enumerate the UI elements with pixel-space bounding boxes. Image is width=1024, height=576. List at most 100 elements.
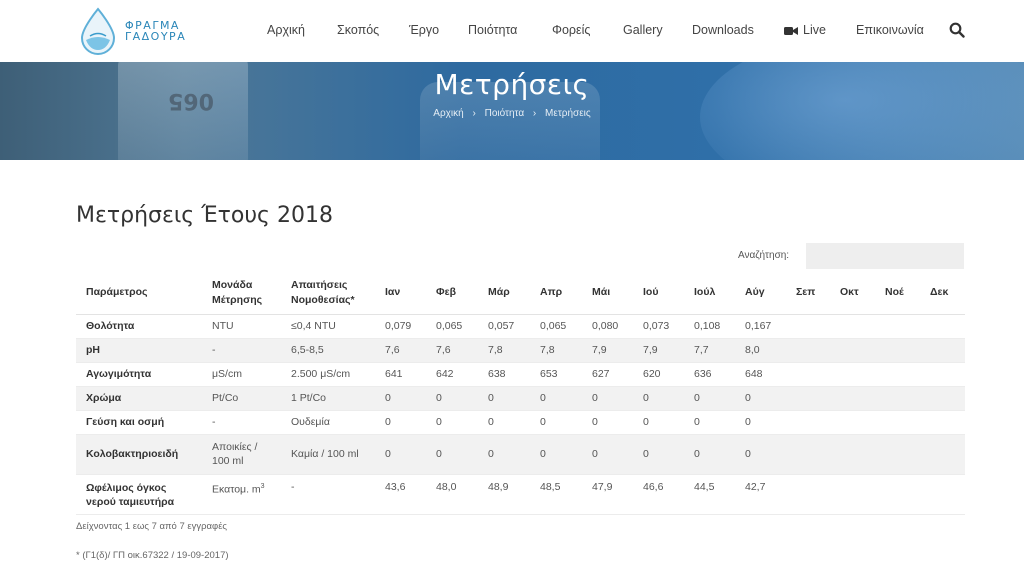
nav-home[interactable]: Αρχική: [267, 23, 305, 37]
value-cell: [830, 314, 875, 339]
value-cell: [786, 314, 830, 339]
nav-contact[interactable]: Επικοινωνία: [856, 23, 924, 37]
nav-purpose[interactable]: Σκοπός: [337, 23, 379, 37]
value-cell: 0: [375, 386, 426, 411]
col-header-sep[interactable]: Σεπ: [786, 272, 830, 315]
col-header-may[interactable]: Μάι: [582, 272, 633, 315]
value-cell: 0: [633, 410, 684, 435]
table-row: Ωφέλιμος όγκος νερού ταμιευτήρα Εκατομ. m…: [76, 474, 965, 515]
value-cell: 0: [375, 434, 426, 475]
col-header-jun[interactable]: Ιού: [633, 272, 684, 315]
table-row: Αγωγιμότητα μS/cm 2.500 μS/cm 641 642 638 653 6…: [76, 362, 965, 387]
value-cell: 0: [735, 410, 786, 435]
value-cell: [830, 434, 875, 475]
value-cell: 48,0: [426, 474, 478, 515]
value-cell: 642: [426, 362, 478, 387]
value-cell: [830, 338, 875, 363]
table-body: Θολότητα NTU ≤0,4 NTU 0,079 0,065 0,057 0,065 0…: [76, 314, 965, 515]
value-cell: 47,9: [582, 474, 633, 515]
parameter-cell: Γεύση και οσμή: [76, 410, 202, 435]
parameter-cell: Ωφέλιμος όγκος νερού ταμιευτήρα: [76, 474, 202, 515]
col-header-apr[interactable]: Απρ: [530, 272, 582, 315]
col-header-jan[interactable]: Ιαν: [375, 272, 426, 315]
value-cell: 0: [478, 434, 530, 475]
value-cell: 0: [530, 434, 582, 475]
table-search-label: Αναζήτηση:: [738, 250, 790, 261]
col-header-mar[interactable]: Μάρ: [478, 272, 530, 315]
legislation-footnote: * (Γ1(δ)/ ΓΠ οικ.67322 / 19-09-2017): [76, 550, 229, 561]
value-cell: 0: [426, 410, 478, 435]
col-header-requirements[interactable]: Απαιτήσεις Νομοθεσίας*: [281, 272, 375, 315]
value-cell: [830, 410, 875, 435]
site-logo[interactable]: ΦΡΑΓΜΑ ΓΑΔΟΥΡΑ: [76, 6, 206, 56]
unit-cell: -: [202, 410, 281, 435]
nav-downloads[interactable]: Downloads: [692, 23, 754, 37]
breadcrumb-home[interactable]: Αρχική: [433, 108, 463, 119]
logo-text: ΦΡΑΓΜΑ ΓΑΔΟΥΡΑ: [125, 20, 186, 42]
value-cell: [875, 362, 920, 387]
col-header-parameter[interactable]: Παράμετρος: [76, 272, 202, 315]
value-cell: 0: [582, 410, 633, 435]
value-cell: 0: [530, 386, 582, 411]
value-cell: 7,9: [582, 338, 633, 363]
table-header-row: Παράμετρος Μονάδα Μέτρησης Απαιτήσεις Νο…: [76, 272, 965, 315]
value-cell: [786, 338, 830, 363]
col-header-nov[interactable]: Νοέ: [875, 272, 920, 315]
value-cell: [875, 474, 920, 515]
value-cell: 0: [582, 386, 633, 411]
nav-live[interactable]: Live: [784, 23, 826, 37]
nav-gallery[interactable]: Gallery: [623, 23, 663, 37]
search-button[interactable]: [949, 22, 965, 38]
breadcrumb-quality[interactable]: Ποιότητα: [485, 108, 525, 119]
value-cell: [786, 434, 830, 475]
value-cell: [875, 434, 920, 475]
col-header-jul[interactable]: Ιούλ: [684, 272, 735, 315]
value-cell: 46,6: [633, 474, 684, 515]
value-cell: 0,108: [684, 314, 735, 339]
value-cell: 0: [684, 386, 735, 411]
unit-text: Εκατομ. m: [212, 483, 261, 495]
nav-bodies[interactable]: Φορείς: [552, 23, 590, 37]
unit-cell: NTU: [202, 314, 281, 339]
value-cell: 48,9: [478, 474, 530, 515]
value-cell: [786, 386, 830, 411]
unit-superscript: 3: [260, 482, 265, 490]
page-heading: Μετρήσεις: [434, 68, 590, 101]
col-header-feb[interactable]: Φεβ: [426, 272, 478, 315]
table-search-input[interactable]: [806, 243, 964, 269]
unit-cell: Αποικίες / 100 ml: [202, 434, 281, 475]
requirement-cell: 2.500 μS/cm: [281, 362, 375, 387]
value-cell: [786, 362, 830, 387]
value-cell: 0: [582, 434, 633, 475]
value-cell: [920, 474, 965, 515]
measurements-table: Παράμετρος Μονάδα Μέτρησης Απαιτήσεις Νο…: [76, 272, 965, 515]
value-cell: [920, 386, 965, 411]
value-cell: 7,8: [530, 338, 582, 363]
search-icon: [949, 22, 965, 38]
value-cell: 653: [530, 362, 582, 387]
unit-cell: -: [202, 338, 281, 363]
col-header-dec[interactable]: Δεκ: [920, 272, 965, 315]
col-header-aug[interactable]: Αύγ: [735, 272, 786, 315]
value-cell: 0: [633, 386, 684, 411]
value-cell: [875, 386, 920, 411]
value-cell: 0,065: [530, 314, 582, 339]
parameter-cell: pH: [76, 338, 202, 363]
value-cell: 0,079: [375, 314, 426, 339]
value-cell: 7,7: [684, 338, 735, 363]
table-row: Γεύση και οσμή - Ουδεμία 0 0 0 0 0 0 0 0: [76, 410, 965, 435]
value-cell: 627: [582, 362, 633, 387]
col-header-unit[interactable]: Μονάδα Μέτρησης: [202, 272, 281, 315]
value-cell: [875, 338, 920, 363]
nav-quality[interactable]: Ποιότητα: [468, 23, 517, 37]
value-cell: [830, 474, 875, 515]
value-cell: [875, 314, 920, 339]
requirement-cell: 6,5-8,5: [281, 338, 375, 363]
value-cell: 7,9: [633, 338, 684, 363]
value-cell: [786, 474, 830, 515]
value-cell: 7,6: [426, 338, 478, 363]
nav-project[interactable]: Έργο: [409, 23, 439, 37]
parameter-cell: Θολότητα: [76, 314, 202, 339]
col-header-oct[interactable]: Οκτ: [830, 272, 875, 315]
table-row: Θολότητα NTU ≤0,4 NTU 0,079 0,065 0,057 0,065 0…: [76, 314, 965, 339]
